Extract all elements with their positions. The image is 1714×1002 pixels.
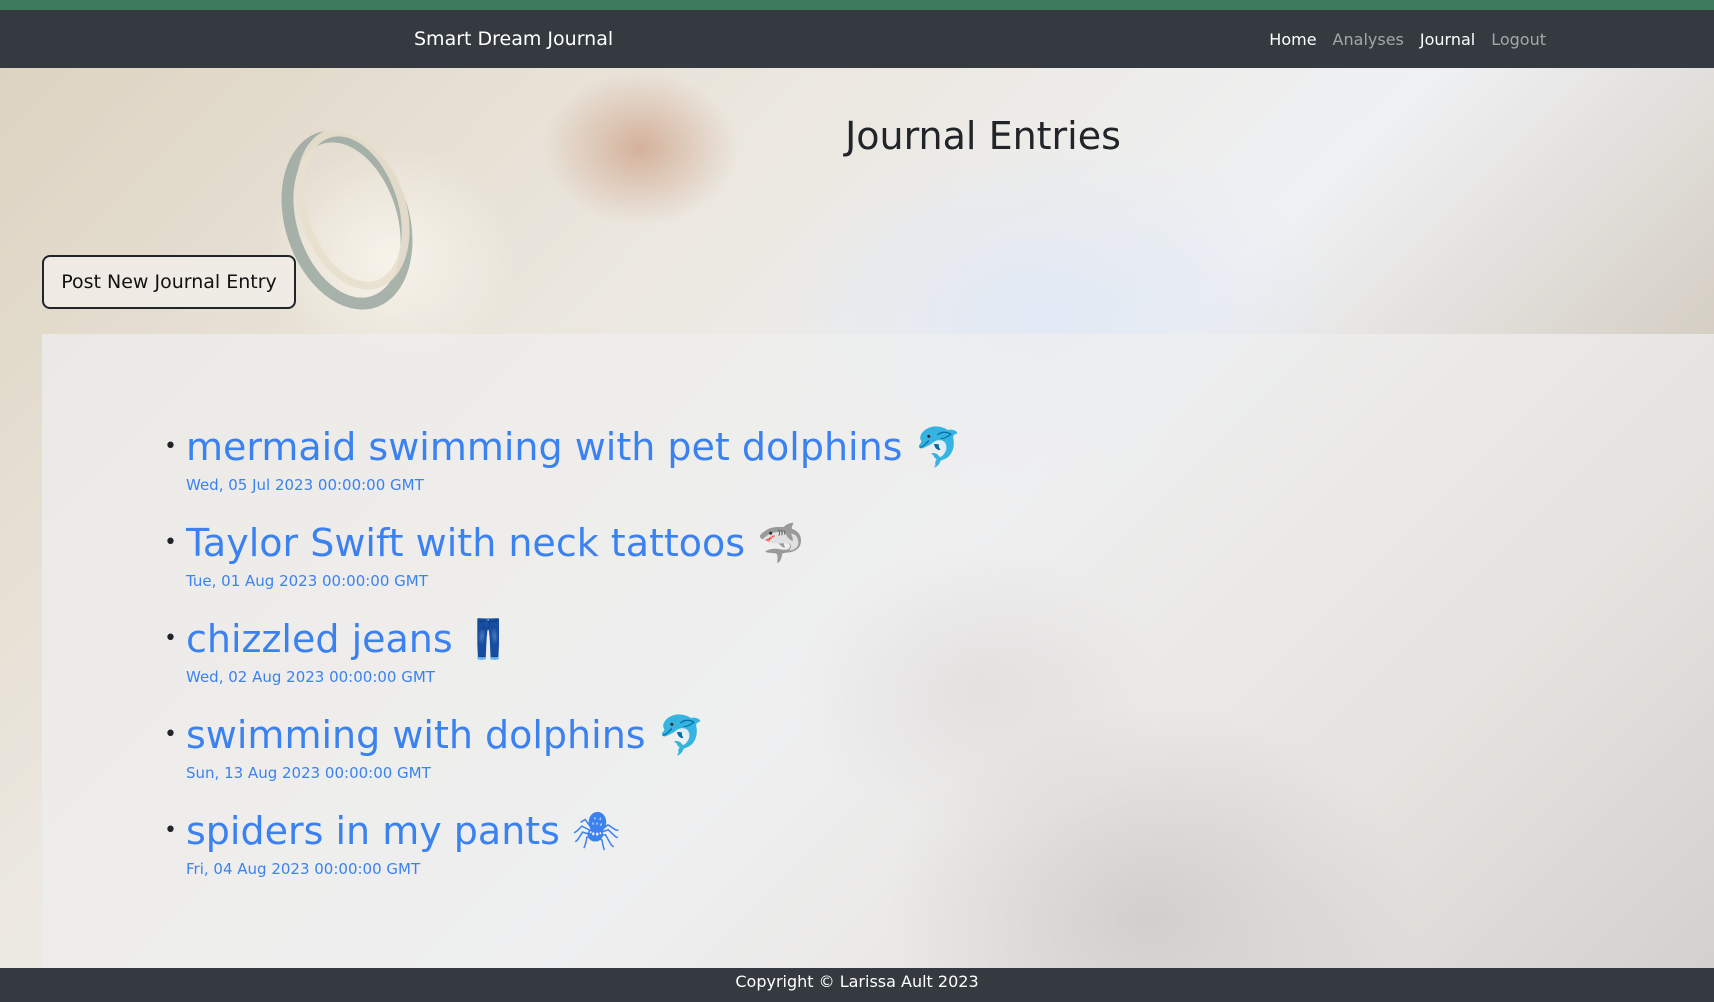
- journal-entry-date: Wed, 05 Jul 2023 00:00:00 GMT: [186, 476, 424, 494]
- journal-entry-date: Tue, 01 Aug 2023 00:00:00 GMT: [186, 572, 428, 590]
- page-title: Journal Entries: [845, 114, 1121, 158]
- journal-entry: chizzled jeans 👖 Wed, 02 Aug 2023 00:00:…: [164, 616, 962, 712]
- journal-entry: mermaid swimming with pet dolphins 🐬 Wed…: [164, 424, 962, 520]
- entries-panel: mermaid swimming with pet dolphins 🐬 Wed…: [42, 334, 1714, 968]
- footer-copyright: Copyright © Larissa Ault 2023: [735, 972, 979, 991]
- journal-entry-date: Fri, 04 Aug 2023 00:00:00 GMT: [186, 860, 421, 878]
- nav-home-link[interactable]: Home: [1269, 30, 1316, 49]
- journal-entry-date: Sun, 13 Aug 2023 00:00:00 GMT: [186, 764, 431, 782]
- journal-entry-title[interactable]: swimming with dolphins 🐬: [186, 712, 962, 758]
- post-new-entry-button[interactable]: Post New Journal Entry: [42, 255, 296, 309]
- journal-entry: Taylor Swift with neck tattoos 🦈 Tue, 01…: [164, 520, 962, 616]
- journal-entry-title[interactable]: spiders in my pants 🕷: [186, 808, 962, 854]
- journal-entry-title[interactable]: chizzled jeans 👖: [186, 616, 962, 662]
- nav-links: Home Analyses Journal Logout: [1269, 10, 1546, 68]
- nav-journal-link[interactable]: Journal: [1420, 30, 1475, 49]
- hero-section: Journal Entries Post New Journal Entry m…: [0, 68, 1714, 968]
- top-accent-bar: [0, 0, 1714, 10]
- navbar: Smart Dream Journal Home Analyses Journa…: [0, 10, 1714, 68]
- journal-entry: spiders in my pants 🕷 Fri, 04 Aug 2023 0…: [164, 808, 962, 904]
- journal-entry-title[interactable]: mermaid swimming with pet dolphins 🐬: [186, 424, 962, 470]
- journal-entry-list: mermaid swimming with pet dolphins 🐬 Wed…: [138, 424, 962, 904]
- nav-logout-link[interactable]: Logout: [1491, 30, 1546, 49]
- nav-analyses-link[interactable]: Analyses: [1333, 30, 1404, 49]
- brand-link[interactable]: Smart Dream Journal: [414, 10, 613, 68]
- journal-entry-title[interactable]: Taylor Swift with neck tattoos 🦈: [186, 520, 962, 566]
- footer: Copyright © Larissa Ault 2023: [0, 968, 1714, 1002]
- journal-entry-date: Wed, 02 Aug 2023 00:00:00 GMT: [186, 668, 435, 686]
- journal-entry: swimming with dolphins 🐬 Sun, 13 Aug 202…: [164, 712, 962, 808]
